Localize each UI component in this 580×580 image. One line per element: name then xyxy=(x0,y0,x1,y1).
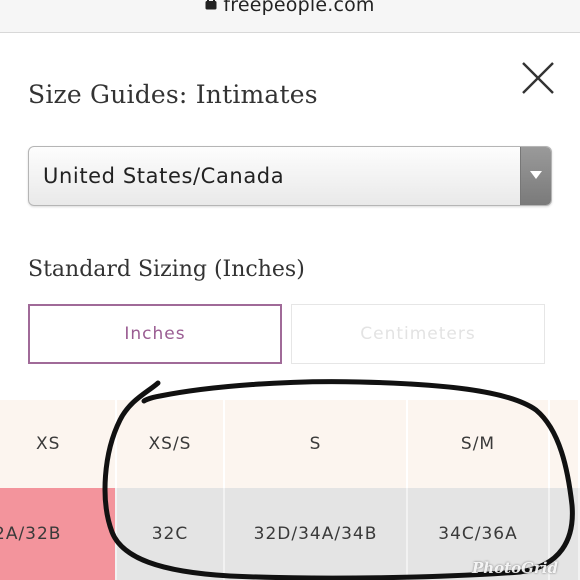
table-header-cell: XS xyxy=(0,400,117,488)
region-select[interactable]: United States/Canada xyxy=(28,146,552,206)
table-value-cell: 32C xyxy=(117,488,225,580)
url-text: freepeople.com xyxy=(223,0,375,16)
tab-inches[interactable]: Inches xyxy=(28,304,282,364)
chevron-down-icon xyxy=(530,171,542,179)
region-select-arrow[interactable] xyxy=(520,147,551,205)
lock-icon xyxy=(205,0,217,10)
watermark: PhotoGrid xyxy=(471,559,558,577)
region-select-value: United States/Canada xyxy=(43,164,285,188)
table-value-cell: 2A/32B xyxy=(0,488,117,580)
size-table[interactable]: XS XS/S S S/M 2A/32B 32C 32D/34A/34B 34C… xyxy=(0,400,580,580)
table-header-cell: S/M xyxy=(408,400,550,488)
tab-centimeters-label: Centimeters xyxy=(360,324,476,344)
modal-title: Size Guides: Intimates xyxy=(28,80,318,109)
table-value-cell: 32D/34A/34B xyxy=(225,488,408,580)
tab-inches-label: Inches xyxy=(124,324,186,344)
close-icon[interactable] xyxy=(520,60,556,96)
table-header-cell-partial xyxy=(550,400,580,488)
section-title: Standard Sizing (Inches) xyxy=(28,257,305,282)
browser-url-bar[interactable]: freepeople.com xyxy=(0,0,580,33)
tab-centimeters[interactable]: Centimeters xyxy=(291,304,545,364)
screenshot: freepeople.com Size Guides: Intimates Un… xyxy=(0,0,580,580)
url-display[interactable]: freepeople.com xyxy=(0,0,580,16)
table-header-cell: XS/S xyxy=(117,400,225,488)
table-header-cell: S xyxy=(225,400,408,488)
